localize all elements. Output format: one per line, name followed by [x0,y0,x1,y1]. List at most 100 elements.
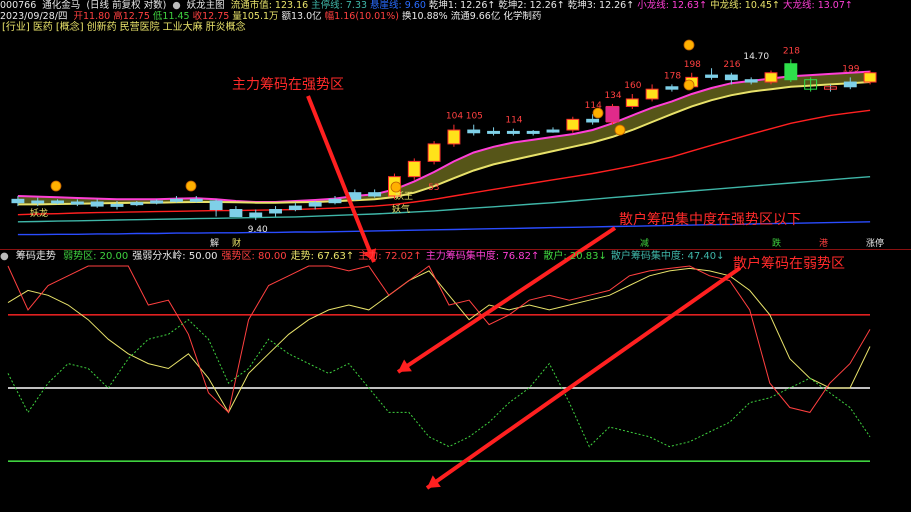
price-label: 105 [466,112,483,122]
event-marker: 跌 [772,238,781,249]
candle [764,70,778,85]
price-label: 114 [505,116,522,126]
candle [546,127,560,133]
candle-body [724,74,738,81]
candle [368,189,382,198]
sub-indicator-name: 筹码走势 [15,251,56,262]
yao-mark: 妖龙 [30,207,48,219]
candle-body [863,72,877,83]
candle-body [625,98,639,107]
candle-body [11,198,25,204]
candle-body [288,205,302,211]
candle [506,128,520,136]
candle-body [487,130,500,134]
candle-body [110,203,124,207]
candle-body [546,129,560,133]
candle [784,59,798,83]
sub-item-5: 主力筹码集中度: 76.82↑ [425,251,540,262]
sub-series-1 [7,265,871,414]
arrow-retail-weak [425,266,742,490]
event-marker: 解 [210,237,219,249]
sub-item-2: 强势区: 80.00 [221,251,287,262]
price-label: 9.40 [248,225,268,235]
candle [427,141,441,165]
sub-item-6: 散户: 20.83↓ [543,251,607,262]
annotation-main-chip-strong: 主力筹码在强势区 [232,77,344,93]
sub-item-7: 散户筹码集中度: 47.40↓ [610,251,725,262]
candle [863,70,877,85]
sub-item-1: 强弱分水岭: 50.00 [132,251,218,262]
candle [269,206,282,217]
sub-item-4: 主力: 72.02↑ [358,251,422,262]
arrow-main-chip [306,95,376,263]
candle [189,195,203,203]
price-label: 104 [446,112,463,122]
candle-body [784,63,798,81]
annotation-retail-weak: 散户筹码在弱势区 [733,256,845,272]
sub-series-2 [7,319,871,448]
price-label: 53 [428,183,439,193]
candle [447,124,461,147]
candle-body [526,130,540,134]
candle [566,116,580,133]
price-label: 178 [664,71,681,81]
price-label: 134 [604,91,621,101]
sub-item-3: 走势: 67.63↑ [290,251,355,262]
candle-body [170,198,183,202]
candle-body [70,201,84,205]
smiley-icon [683,79,695,91]
price-label: 216 [723,60,740,70]
smiley-icon [390,181,402,193]
candle-body [308,202,322,207]
candle-body [229,209,243,218]
candle-body [189,198,203,202]
candle-body [645,88,659,100]
smiley-icon [50,180,62,192]
candle [645,84,659,102]
candle-body [209,200,223,211]
candle [249,209,263,221]
candle-body [467,129,481,134]
candle [625,94,639,109]
sub-indicator-icon[interactable]: ● [0,251,9,262]
candle-body [368,192,382,197]
candle [526,130,540,136]
smiley-icon [185,180,197,192]
candle-body [31,200,45,204]
yao-mark: 妖气 [392,203,410,215]
price-label: 198 [684,60,701,70]
candle-body [586,118,600,123]
candle [705,68,718,80]
candle [407,158,421,180]
candle-body [665,86,679,90]
price-label: 160 [624,81,641,91]
candle-body [705,74,718,78]
candle-body [130,202,144,206]
candle-body [764,72,778,83]
event-marker: 财 [232,237,241,249]
candle-body [506,130,520,134]
candle [170,195,183,203]
candle [288,202,302,212]
price-label: 218 [783,46,800,56]
highlight-candle [605,106,620,122]
price-label: 199 [842,64,859,74]
annotation-retail-below: 散户筹码集中度在强势区以下 [619,212,801,228]
candle-body [150,200,164,204]
dragon-band [17,71,871,205]
event-marker: 涨停 [866,237,884,249]
ma-line-1 [17,81,871,206]
candle-body [407,160,421,178]
candle [467,124,481,136]
price-label: 14.70 [743,52,769,62]
candle-body [744,79,758,83]
event-marker: 港 [819,237,828,249]
candle-body [843,81,857,88]
candle-body [328,198,342,204]
sub-item-0: 弱势区: 20.00 [63,251,129,262]
candle [229,206,243,218]
candle-body [427,143,441,162]
event-marker: 减 [640,237,649,249]
candle-body [90,201,104,207]
smiley-icon [683,39,695,51]
